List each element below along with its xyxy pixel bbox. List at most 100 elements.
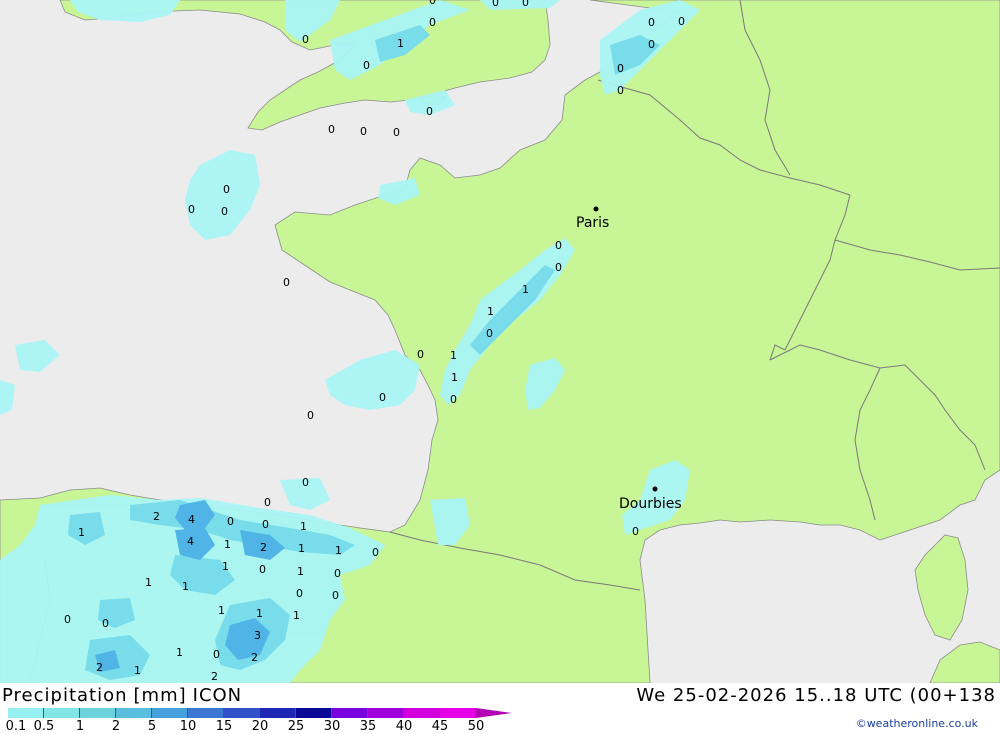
value-label: 0 <box>188 203 195 216</box>
value-label: 0 <box>648 16 655 29</box>
value-label: 0 <box>417 348 424 361</box>
value-label: 1 <box>397 37 404 50</box>
value-label: 2 <box>211 670 218 683</box>
value-label: 0 <box>555 261 562 274</box>
value-label: 0 <box>486 327 493 340</box>
map-title: Precipitation [mm] ICON <box>2 685 248 706</box>
value-label: 0 <box>555 239 562 252</box>
legend-tick-label: 50 <box>467 719 485 734</box>
value-label: 1 <box>182 580 189 593</box>
value-label: 0 <box>372 546 379 559</box>
value-label: 2 <box>251 651 258 664</box>
city-marker-dourbies <box>652 486 658 492</box>
value-label: 1 <box>78 526 85 539</box>
precipitation-map: Paris Dourbies 0 0 0 0 0 0 1 0 0 0 0 0 0… <box>0 0 1000 683</box>
value-label: 0 <box>64 613 71 626</box>
legend-tick-label: 45 <box>431 719 449 734</box>
legend-swatch <box>368 708 404 718</box>
value-label: 1 <box>293 609 300 622</box>
legend-swatch <box>188 708 224 718</box>
value-label: 2 <box>153 510 160 523</box>
legend-swatch <box>404 708 440 718</box>
legend-swatch <box>224 708 260 718</box>
value-label: 1 <box>335 544 342 557</box>
legend-tick-label: 40 <box>395 719 413 734</box>
value-label: 0 <box>426 105 433 118</box>
value-label: 0 <box>302 476 309 489</box>
legend-color-scale <box>8 708 512 718</box>
value-label: 0 <box>102 617 109 630</box>
value-label: 0 <box>334 567 341 580</box>
value-label: 0 <box>328 123 335 136</box>
value-label: 2 <box>260 541 267 554</box>
city-marker-paris <box>593 206 599 212</box>
value-label: 1 <box>298 542 305 555</box>
city-label-dourbies: Dourbies <box>619 496 682 512</box>
value-label: 0 <box>227 515 234 528</box>
value-label: 1 <box>145 576 152 589</box>
legend-swatch <box>44 708 80 718</box>
value-label: 1 <box>224 538 231 551</box>
value-label: 0 <box>632 525 639 538</box>
value-label: 0 <box>522 0 529 9</box>
value-label: 0 <box>221 205 228 218</box>
value-label: 1 <box>176 646 183 659</box>
value-label: 0 <box>363 59 370 72</box>
value-label: 0 <box>332 589 339 602</box>
source-credit: ©weatheronline.co.uk <box>855 717 978 730</box>
value-label: 1 <box>134 664 141 677</box>
value-label: 1 <box>487 305 494 318</box>
legend-swatch <box>116 708 152 718</box>
value-label: 1 <box>451 371 458 384</box>
legend-tick-label: 15 <box>215 719 233 734</box>
legend-swatch <box>296 708 332 718</box>
map-footer: Precipitation [mm] ICON We 25-02-2026 15..… <box>0 683 1000 734</box>
legend-swatch <box>260 708 296 718</box>
value-label: 1 <box>222 560 229 573</box>
value-label: 0 <box>262 518 269 531</box>
legend-swatch <box>8 708 44 718</box>
legend-tick-label: 5 <box>147 719 157 734</box>
title-variable: Precipitation <box>2 685 128 706</box>
value-label: 1 <box>300 520 307 533</box>
value-label: 0 <box>213 648 220 661</box>
value-label: 2 <box>96 661 103 674</box>
value-label: 0 <box>450 393 457 406</box>
legend-tick-label: 1 <box>75 719 85 734</box>
legend-tick-labels: 0.1 0.5 1 2 5 10 15 20 25 30 35 40 45 50 <box>0 719 520 734</box>
value-label: 4 <box>187 535 194 548</box>
value-label: 0 <box>393 126 400 139</box>
value-label: 0 <box>379 391 386 404</box>
title-model: ICON <box>192 685 243 706</box>
value-label: 0 <box>264 496 271 509</box>
legend-swatch <box>440 708 476 718</box>
legend-tick-label: 10 <box>179 719 197 734</box>
legend-tick-label: 35 <box>359 719 377 734</box>
value-label: 0 <box>360 125 367 138</box>
value-label: 0 <box>678 15 685 28</box>
legend-swatch <box>152 708 188 718</box>
value-label: 1 <box>450 349 457 362</box>
value-label: 1 <box>297 565 304 578</box>
legend-swatch <box>332 708 368 718</box>
legend-tick-label: 20 <box>251 719 269 734</box>
legend-swatch <box>476 708 512 718</box>
legend-tick-label: 0.1 <box>5 719 27 734</box>
legend-swatch <box>80 708 116 718</box>
value-label: 0 <box>617 84 624 97</box>
value-label: 0 <box>296 587 303 600</box>
value-label: 1 <box>256 607 263 620</box>
city-label-paris: Paris <box>576 215 609 231</box>
value-label: 0 <box>648 38 655 51</box>
forecast-datetime: We 25-02-2026 15..18 UTC (00+138 <box>636 685 996 706</box>
value-label: 0 <box>283 276 290 289</box>
value-label: 4 <box>188 513 195 526</box>
value-label: 1 <box>218 604 225 617</box>
legend-tick-label: 2 <box>111 719 121 734</box>
value-label: 3 <box>254 629 261 642</box>
legend-tick-label: 30 <box>323 719 341 734</box>
value-label: 0 <box>307 409 314 422</box>
value-label: 0 <box>429 0 436 7</box>
value-label: 0 <box>492 0 499 9</box>
value-label: 1 <box>522 283 529 296</box>
